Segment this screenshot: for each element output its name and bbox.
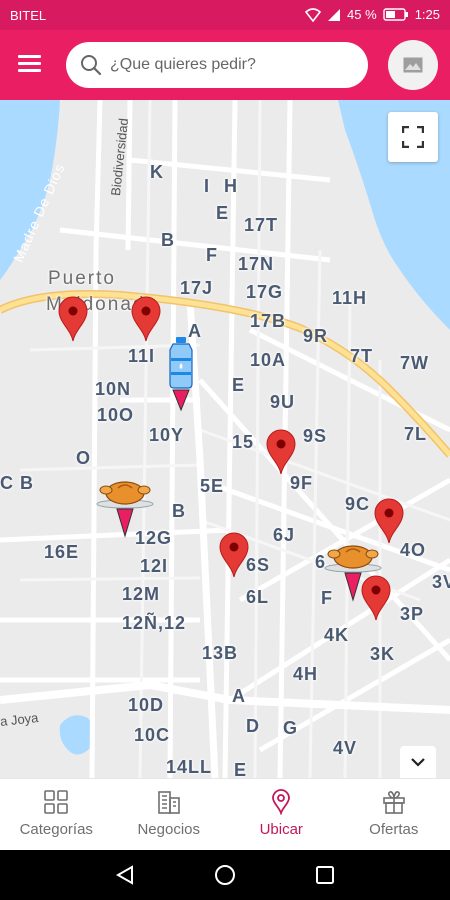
app-header [0,30,450,100]
block-label: 9F [290,473,314,493]
chicken-restaurant-marker-icon[interactable] [96,476,154,540]
block-label: C B [0,473,34,493]
fullscreen-icon [402,126,424,148]
block-label: 10N [95,379,132,399]
block-label: 5E [200,476,225,496]
block-label: 7T [350,346,374,366]
block-label: G [283,718,299,738]
block-label: K [150,162,164,182]
location-pin-icon[interactable] [218,532,250,578]
block-label: F [206,245,218,265]
bottom-navigation: Categorías Negocios Ubicar Ofertas [0,778,450,850]
grid-icon [44,790,69,814]
chicken-restaurant-marker-icon[interactable] [324,540,382,604]
water-store-marker-icon[interactable] [166,336,196,412]
search-icon [81,55,102,76]
block-label: 12I [140,556,169,576]
block-label: 17J [180,278,214,298]
nav-label: Ubicar [259,821,303,838]
block-label: 9C [345,494,371,514]
nav-item-negocios[interactable]: Negocios [113,779,226,850]
system-navigation-bar [0,850,450,900]
image-icon [403,57,423,73]
block-label: 7L [404,424,428,444]
nav-item-ubicar[interactable]: Ubicar [225,779,338,850]
fullscreen-button[interactable] [388,112,438,162]
block-label: I [204,176,211,196]
block-label: 10O [97,405,135,425]
block-label: O [76,448,92,468]
block-label: 10C [134,725,171,745]
block-label: 16E [44,542,80,562]
nav-label: Negocios [137,821,201,838]
location-icon [272,789,291,815]
nav-item-categorias[interactable]: Categorías [0,779,113,850]
location-pin-icon[interactable] [130,296,162,342]
collapse-button[interactable] [400,746,436,778]
battery-icon [382,8,408,21]
search-bar[interactable] [66,42,368,88]
block-label: 11I [128,346,156,366]
block-label: 12Ñ,12 [122,613,187,633]
block-label: 10D [128,695,165,715]
block-label: 3P [400,604,425,624]
nav-item-ofertas[interactable]: Ofertas [338,779,450,850]
wifi-icon [305,7,322,22]
map-view[interactable]: Madre De Dios Biodiversidad a Joya Puert… [0,100,450,778]
block-label: 4V [333,738,358,758]
block-label: 9U [270,392,296,412]
search-input[interactable] [110,56,350,74]
nav-label: Ofertas [369,821,419,838]
menu-icon[interactable] [18,52,52,78]
block-label: 4K [324,625,350,645]
place-name: Puerto [48,268,116,289]
location-pin-icon[interactable] [265,429,297,475]
block-label: H [224,176,238,196]
block-label: E [232,375,246,395]
home-icon[interactable] [214,864,236,886]
block-label: 17N [238,254,275,274]
map-base [0,100,450,778]
status-icons: 45 % 1:25 [305,7,440,22]
block-label: 10Y [149,425,185,445]
status-bar: BITEL 45 % 1:25 [0,0,450,30]
location-pin-icon[interactable] [373,498,405,544]
block-label: 17G [246,282,284,302]
block-label: 3K [370,644,396,664]
block-label: 9S [303,426,328,446]
block-label: D [246,716,260,736]
nav-label: Categorías [19,821,93,838]
image-search-button[interactable] [388,40,438,90]
block-label: 6J [273,525,296,545]
recent-apps-icon[interactable] [314,864,336,886]
location-pin-icon[interactable] [57,296,89,342]
block-label: B [172,501,186,521]
gift-icon [382,791,405,814]
signal-icon [328,8,341,21]
carrier-name: BITEL [10,8,47,23]
block-label: 7W [400,353,429,373]
block-label: A [232,686,246,706]
clock: 1:25 [414,7,440,22]
block-label: 11H [332,288,368,308]
block-label: 17T [244,215,279,235]
building-icon [157,791,180,814]
block-label: 17B [250,311,287,331]
block-label: E [234,760,248,778]
block-label: 15 [232,432,255,452]
battery-percent: 45 % [347,7,377,22]
block-label: 9R [303,326,329,346]
chevron-down-icon [411,758,425,767]
block-label: 12M [122,584,161,604]
block-label: 10A [250,350,287,370]
block-label: B [161,230,175,250]
back-icon[interactable] [114,864,136,886]
block-label: 13B [202,643,239,663]
block-label: 6L [246,587,270,607]
block-label: 3V [432,572,450,592]
block-label: E [216,203,230,223]
block-label: 14LL [166,757,213,777]
block-label: 4H [293,664,319,684]
